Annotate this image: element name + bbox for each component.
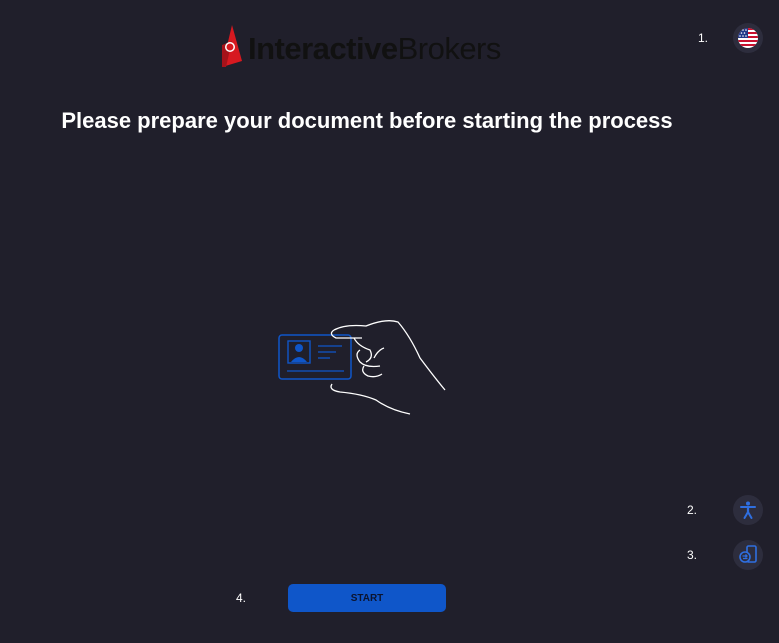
accessibility-icon (740, 501, 756, 519)
accessibility-button[interactable] (733, 495, 763, 525)
logo-text-brokers: Brokers (397, 30, 502, 66)
marker-1: 1. (698, 31, 709, 45)
id-card-in-hand-illustration (278, 320, 446, 415)
logo-mark-icon (222, 25, 242, 67)
start-button[interactable]: START (288, 584, 446, 612)
document-prep-screen: InteractiveBrokers Please prepare your d… (0, 0, 779, 643)
language-selector-button[interactable] (733, 23, 763, 53)
switch-device-button[interactable] (733, 540, 763, 570)
page-title: Please prepare your document before star… (61, 108, 673, 133)
logo-text-interactive: Interactive (248, 30, 398, 66)
marker-4: 4. (236, 591, 247, 605)
us-flag-icon (738, 28, 758, 48)
interactive-brokers-logo: InteractiveBrokers (220, 24, 501, 68)
marker-2: 2. (687, 503, 698, 517)
marker-3: 3. (687, 548, 698, 562)
switch-device-icon (739, 545, 757, 563)
